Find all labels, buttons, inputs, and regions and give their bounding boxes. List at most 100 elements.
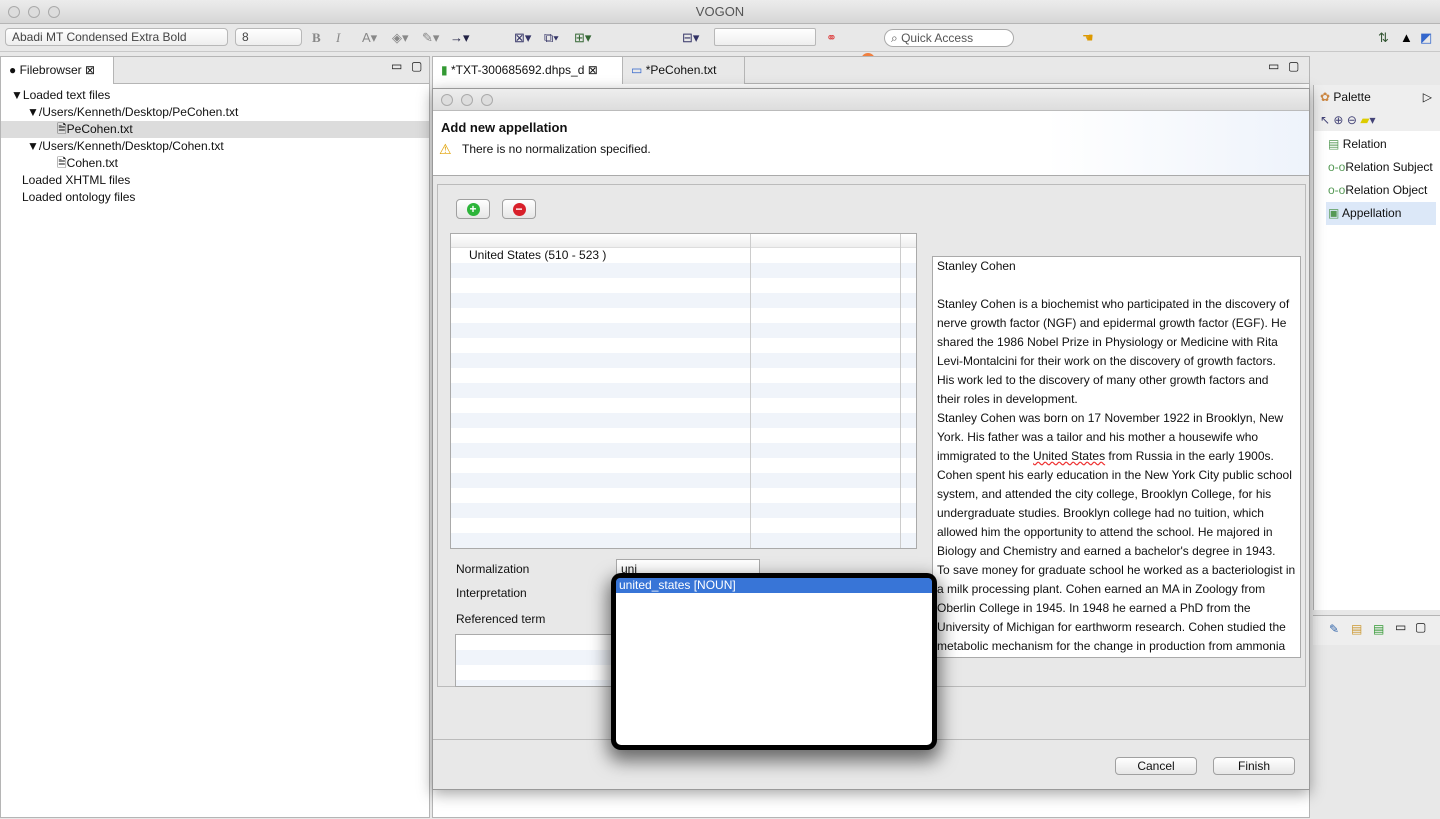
remove-button[interactable]: − xyxy=(502,199,536,219)
appellation-icon: ▣ xyxy=(1328,206,1340,220)
highlighted-term: United States xyxy=(1033,449,1106,463)
text-line: nerve growth factor (NGF) and epidermal … xyxy=(937,316,1287,330)
tree-item[interactable]: ▼/Users/Kenneth/Desktop/PeCohen.txt xyxy=(1,104,429,121)
zoom-combo[interactable] xyxy=(714,28,816,46)
toolbar: Abadi MT Condensed Extra Bold 8 B I A▾ ◈… xyxy=(0,24,1440,67)
minimize-icon[interactable]: ▭ xyxy=(391,59,402,73)
suggestion-item[interactable]: united_states [NOUN] xyxy=(616,578,932,593)
text-line: a milk processing plant. Cohen earned an… xyxy=(937,582,1266,596)
normalization-input[interactable]: uni xyxy=(616,559,760,578)
collapse-palette-icon[interactable]: ▷ xyxy=(1423,85,1432,109)
tree-item[interactable]: 🗎Cohen.txt xyxy=(1,155,429,172)
close-icon[interactable]: ⊠ xyxy=(85,63,95,77)
select-tool-icon[interactable]: ↖ xyxy=(1320,113,1330,127)
text-line: Stanley Cohen xyxy=(937,259,1016,273)
filebrowser-panel: ● Filebrowser ⊠ ▭ ▢ ▼Loaded text files ▼… xyxy=(0,56,430,818)
text-line: York. His father was a tailor and his mo… xyxy=(937,430,1259,444)
maximize-icon[interactable]: ▢ xyxy=(411,59,422,73)
text-line: Stanley Cohen is a biochemist who partic… xyxy=(937,297,1290,311)
minimize-icon[interactable]: ▭ xyxy=(1268,59,1279,73)
palette-icon: ✿ xyxy=(1320,90,1331,104)
maximize-icon[interactable]: ▢ xyxy=(1288,59,1299,73)
table-row[interactable]: United States (510 - 523 ) xyxy=(451,248,916,263)
clipboard-icon[interactable]: ▤ xyxy=(1351,622,1362,636)
minimize-window-button[interactable] xyxy=(28,6,40,18)
palette-item-relation-subject[interactable]: o-oRelation Subject xyxy=(1314,156,1440,179)
text-line: To save money for graduate school he wor… xyxy=(937,563,1296,577)
text-line: Biology and Chemistry and earned a bache… xyxy=(937,544,1276,558)
text-line: allowed him the opportunity to attend th… xyxy=(937,525,1273,539)
tab-editor-dhps[interactable]: ▮ *TXT-300685692.dhps_d ⊠ xyxy=(433,57,623,84)
zoom-out-icon[interactable]: ⊖ xyxy=(1347,113,1357,127)
connector-icon: o-o xyxy=(1328,183,1346,197)
relation-tool-icon[interactable]: ⚭ xyxy=(826,30,837,46)
perspective-icon[interactable]: ⇅ xyxy=(1378,30,1389,46)
tree-item-selected[interactable]: 🗎PeCohen.txt xyxy=(1,121,429,138)
arrange-icon[interactable]: ⊠▾ xyxy=(514,30,531,46)
zoom-in-icon[interactable]: ⊕ xyxy=(1333,113,1343,127)
layout-icon[interactable]: ⊞▾ xyxy=(574,30,591,46)
relation-icon: ▤ xyxy=(1328,137,1340,151)
dialog-zoom-button[interactable] xyxy=(481,94,493,106)
line-color-icon[interactable]: ✎▾ xyxy=(422,30,439,46)
cancel-button[interactable]: Cancel xyxy=(1115,757,1197,775)
palette-item-appellation[interactable]: ▣ Appellation xyxy=(1326,202,1436,225)
normalization-label: Normalization xyxy=(456,562,530,576)
minimize-icon[interactable]: ▭ xyxy=(1395,620,1406,634)
wrench-icon[interactable]: ✎ xyxy=(1329,622,1339,636)
text-file-icon: ▭ xyxy=(631,63,643,77)
palette-tools: ↖ ⊕ ⊖ ▰▾ xyxy=(1314,109,1440,131)
selection-table[interactable]: United States (510 - 523 ) xyxy=(450,233,917,549)
tab-editor-pecohen[interactable]: ▭ *PeCohen.txt xyxy=(623,57,745,84)
tree-item[interactable]: ▼Loaded text files xyxy=(1,87,429,104)
text-line: shared the 1986 Nobel Prize in Physiolog… xyxy=(937,335,1278,349)
tab-filebrowser[interactable]: ● Filebrowser ⊠ xyxy=(1,57,114,84)
close-window-button[interactable] xyxy=(8,6,20,18)
text-line: metabolic mechanism for the change in pr… xyxy=(937,639,1286,653)
text-line: immigrated to the United States from Rus… xyxy=(937,449,1274,463)
tree-item[interactable]: Loaded XHTML files xyxy=(1,172,429,189)
align-icon[interactable]: ⧉▾ xyxy=(544,30,559,46)
palette-item-relation[interactable]: ▤ Relation xyxy=(1314,133,1440,156)
table-header xyxy=(451,234,916,248)
dialog-title: Add new appellation xyxy=(441,120,568,135)
add-button[interactable]: + xyxy=(456,199,490,219)
properties-panel-header: ✎ ▤ ▤ ▭ ▢ xyxy=(1313,615,1440,645)
note-icon[interactable]: ▰ xyxy=(1360,113,1369,127)
file-tree: ▼Loaded text files ▼/Users/Kenneth/Deskt… xyxy=(1,87,429,206)
tree-item[interactable]: Loaded ontology files xyxy=(1,189,429,206)
finish-button[interactable]: Finish xyxy=(1213,757,1295,775)
dialog-minimize-button[interactable] xyxy=(461,94,473,106)
palette-item-relation-object[interactable]: o-oRelation Object xyxy=(1314,179,1440,202)
font-size-select[interactable]: 8 xyxy=(235,28,302,46)
text-line: system, and attended the city college, B… xyxy=(937,487,1272,501)
italic-button[interactable]: I xyxy=(336,30,340,46)
text-line: Stanley Cohen was born on 17 November 19… xyxy=(937,411,1284,425)
text-line: undergraduate studies. Brooklyn college … xyxy=(937,506,1264,520)
search-icon: ⌕ xyxy=(891,31,898,45)
text-line: Levi-Montalcini for their work on the di… xyxy=(937,354,1276,368)
source-text-area[interactable]: Stanley Cohen Stanley Cohen is a biochemi… xyxy=(932,256,1301,658)
fill-color-icon[interactable]: ◈▾ xyxy=(392,30,409,46)
add-clipboard-icon[interactable]: ▤ xyxy=(1373,622,1384,636)
bold-button[interactable]: B xyxy=(312,30,321,46)
text-line: Oberlin College in 1945. In 1948 he earn… xyxy=(937,601,1251,615)
chart-icon[interactable]: ◩ xyxy=(1420,30,1432,46)
pyramid-icon[interactable]: ▲ xyxy=(1400,30,1413,45)
dialog-header: Add new appellation ⚠ There is no normal… xyxy=(433,111,1309,176)
file-icon: 🗎 xyxy=(57,122,67,136)
remove-icon: − xyxy=(512,203,526,216)
pointer-icon[interactable]: ☚ xyxy=(1082,30,1094,46)
line-style-icon[interactable]: ⊟▾ xyxy=(682,30,699,46)
maximize-icon[interactable]: ▢ xyxy=(1415,620,1426,634)
connector-icon: o-o xyxy=(1328,160,1346,174)
filebrowser-icon: ● xyxy=(9,63,17,77)
tree-item[interactable]: ▼/Users/Kenneth/Desktop/Cohen.txt xyxy=(1,138,429,155)
dialog-close-button[interactable] xyxy=(441,94,453,106)
quick-access-input[interactable]: ⌕ Quick Access xyxy=(884,29,1014,47)
arrow-style-icon[interactable]: →▾ xyxy=(450,30,470,46)
zoom-window-button[interactable] xyxy=(48,6,60,18)
font-color-icon[interactable]: A▾ xyxy=(362,30,377,46)
window-title: VOGON xyxy=(695,4,745,19)
font-name-select[interactable]: Abadi MT Condensed Extra Bold xyxy=(5,28,228,46)
